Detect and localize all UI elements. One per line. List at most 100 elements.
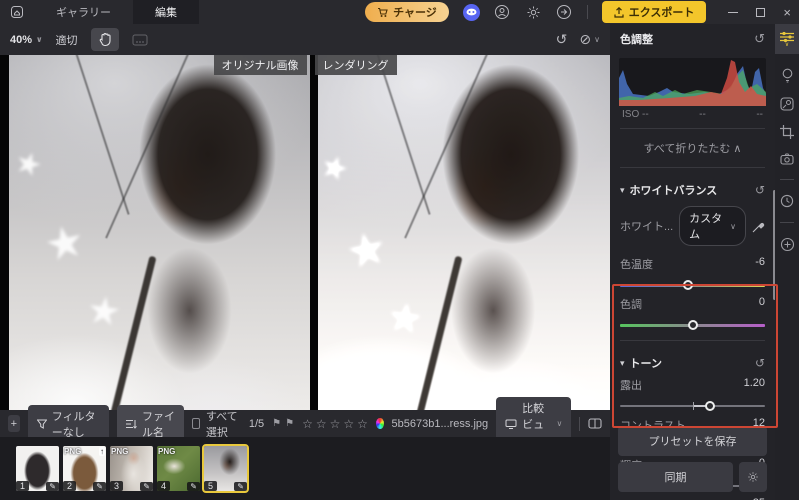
star-icon[interactable]: ☆ — [316, 417, 327, 431]
select-all-checkbox[interactable]: すべて選択 — [192, 408, 241, 440]
chevron-down-icon: ∨ — [36, 35, 43, 44]
png-badge: PNG — [64, 447, 82, 456]
rendering-label: レンダリング — [314, 55, 397, 75]
thumbnail-2[interactable]: PNG ↑ 2 ✎ — [63, 446, 106, 491]
flag-icon[interactable]: ⚑ — [272, 418, 281, 429]
settings-gear-icon[interactable] — [525, 4, 542, 21]
chevron-down-icon: ∨ — [730, 221, 736, 231]
hand-tool-button[interactable] — [90, 28, 119, 51]
slider-highlight: ハイライト 25 — [610, 493, 775, 500]
thumbnail-4[interactable]: PNG 4 ✎ — [157, 446, 200, 491]
flag-icon[interactable]: ⚑ — [285, 418, 294, 429]
photo-effect-icon[interactable] — [780, 97, 794, 111]
hand-icon — [98, 32, 112, 47]
eyedropper-icon[interactable] — [752, 220, 765, 233]
undo-icon[interactable]: ↺ — [556, 31, 568, 48]
slider-handle[interactable] — [683, 280, 694, 290]
iso-value: ISO -- — [622, 109, 649, 120]
exposure-slider[interactable] — [620, 400, 765, 411]
camera-icon[interactable] — [780, 153, 794, 165]
split-view-icon[interactable] — [588, 418, 602, 429]
thumbnail-1[interactable]: 1 ✎ — [16, 446, 59, 491]
original-image-label: オリジナル画像 — [213, 55, 307, 75]
temperature-slider[interactable] — [620, 279, 765, 290]
sync-settings-gear-icon[interactable] — [739, 462, 767, 492]
png-badge: PNG — [158, 447, 176, 456]
tint-slider[interactable] — [620, 319, 765, 330]
rendered-photo: ★ ★ ★ — [318, 55, 610, 410]
pencil-icon[interactable]: ✎ — [140, 482, 153, 491]
sync-button[interactable]: 同期 — [618, 462, 733, 492]
canvas-toolbar: 40% ∨ 適切 ↺ ⊘ ∨ — [0, 24, 610, 55]
collapse-all-button[interactable]: すべて折りたたむ ∧ — [610, 137, 775, 159]
export-button[interactable]: エクスポート — [601, 1, 707, 23]
tone-header[interactable]: ▾ トーン ↺ — [610, 349, 775, 373]
navigator-tool-button[interactable] — [125, 30, 155, 50]
share-arrow-icon[interactable] — [556, 4, 573, 21]
slider-label: 色温度 — [620, 259, 653, 271]
white-balance-header[interactable]: ▾ ホワイトバランス ↺ — [610, 176, 775, 200]
light-bulb-icon[interactable] — [781, 68, 794, 83]
wb-preset-dropdown[interactable]: カスタム ∨ — [679, 206, 746, 246]
minimize-icon[interactable] — [728, 11, 739, 13]
divider — [780, 179, 794, 180]
slider-temperature: 色温度 -6 — [610, 252, 775, 292]
slider-label: 露出 — [620, 380, 642, 392]
history-clock-icon[interactable] — [780, 194, 794, 208]
sort-icon — [126, 419, 137, 429]
thumbnail-index: 1 — [16, 481, 30, 491]
pencil-icon[interactable]: ✎ — [187, 482, 200, 491]
wb-reset-icon[interactable]: ↺ — [755, 183, 765, 197]
panel-reset-icon[interactable]: ↺ — [754, 31, 765, 47]
upload-icon[interactable]: ↑ — [99, 447, 105, 456]
filmstrip-toolbar: + フィルターなし ファイル名 すべて選択 1/5 ⚑ ⚑ ☆ ☆ ☆ ☆ ☆ … — [0, 396, 610, 451]
wb-preset-value: カスタム — [689, 213, 723, 241]
crop-icon[interactable] — [780, 125, 794, 139]
slider-handle[interactable] — [704, 401, 715, 411]
tab-gallery[interactable]: ギャラリー — [34, 0, 133, 24]
active-tab-chevron-icon: ∨ — [784, 42, 790, 48]
color-label-wheel-icon[interactable] — [375, 418, 384, 429]
plus-icon: + — [10, 417, 18, 430]
pencil-icon[interactable]: ✎ — [46, 482, 59, 491]
divider — [620, 167, 765, 168]
sort-by-filename-label: ファイル名 — [142, 410, 176, 439]
home-icon — [10, 5, 24, 19]
exif-row: ISO -- -- -- — [610, 106, 775, 120]
home-button[interactable] — [0, 0, 34, 24]
pencil-icon[interactable]: ✎ — [93, 482, 106, 491]
shutter-value: -- — [756, 109, 763, 120]
add-photo-button[interactable]: + — [8, 415, 20, 432]
slider-handle[interactable] — [687, 320, 698, 330]
star-icon[interactable]: ☆ — [357, 417, 368, 431]
chevron-up-icon: ∧ — [733, 143, 742, 155]
pencil-icon[interactable]: ✎ — [234, 482, 247, 491]
thumbnail-3[interactable]: PNG 3 ✎ — [110, 446, 153, 491]
slider-value: 1.20 — [743, 377, 765, 389]
save-preset-button[interactable]: プリセットを保存 — [618, 426, 767, 456]
tone-title: トーン — [629, 358, 662, 370]
close-icon[interactable]: × — [783, 5, 791, 20]
tab-edit[interactable]: 編集 — [133, 0, 199, 24]
maximize-icon[interactable] — [756, 7, 766, 17]
account-icon[interactable] — [494, 4, 511, 21]
fit-to-screen-button[interactable]: 適切 — [49, 28, 85, 52]
zoom-level-dropdown[interactable]: 40% ∨ — [10, 34, 43, 46]
star-rating[interactable]: ☆ ☆ ☆ ☆ ☆ — [302, 417, 368, 431]
add-plus-circle-icon[interactable] — [780, 237, 795, 252]
star-icon[interactable]: ☆ — [343, 417, 354, 431]
collapse-all-label: すべて折りたたむ — [643, 143, 731, 155]
star-icon[interactable]: ☆ — [330, 417, 341, 431]
funnel-icon — [36, 419, 47, 429]
thumbnail-5-selected[interactable]: 5 ✎ — [202, 444, 249, 493]
filter-label: フィルターなし — [51, 410, 96, 439]
triangle-down-icon: ▾ — [620, 357, 625, 368]
preview-original-toggle[interactable]: ⊘ ∨ — [579, 31, 600, 48]
charge-button[interactable]: チャージ — [365, 2, 449, 22]
canvas-area[interactable]: ★ ★ ★ ★ ★ ★ オリジナル画像 レンダリング — [0, 55, 610, 410]
tone-reset-icon[interactable]: ↺ — [755, 356, 765, 370]
thumbnail-index: 3 — [110, 481, 124, 491]
adjust-sliders-tab[interactable]: ∨ — [775, 24, 799, 54]
star-icon[interactable]: ☆ — [302, 417, 313, 431]
discord-icon[interactable] — [462, 3, 480, 21]
